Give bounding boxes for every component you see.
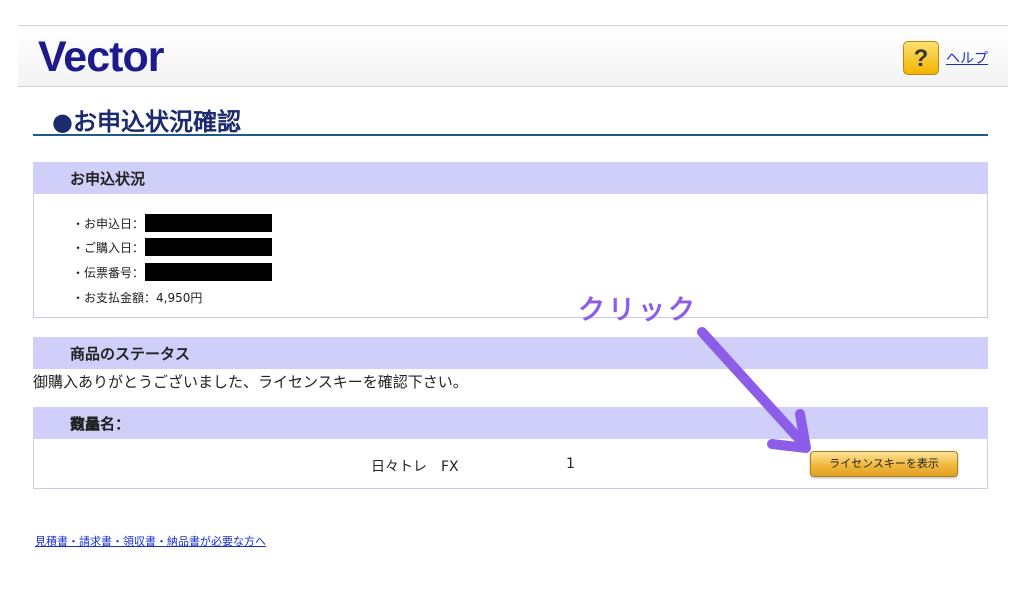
payment-amount-label: ・お支払金額：4,950円 [72, 291, 203, 305]
column-header-quantity: 数量： [70, 415, 116, 433]
status-message: 御購入ありがとうございました、ライセンスキーを確認下さい。 [33, 373, 468, 391]
redacted-application-date [145, 214, 273, 232]
redacted-purchase-date [145, 238, 273, 256]
help-link[interactable]: ヘルプ [946, 48, 988, 68]
product-status-header: 商品のステータス [33, 337, 988, 369]
order-status-panel: ・お申込日： ・ご購入日： ・伝票番号： ・お支払金額：4,950円 [33, 194, 988, 318]
page-title: ●お申込状況確認 [52, 108, 241, 136]
purchase-date-row: ・ご購入日： [72, 238, 273, 256]
product-table-header: 商品名： 数量： [33, 407, 988, 439]
redacted-slip-number [145, 263, 273, 281]
product-status-heading: 商品のステータス [70, 345, 191, 363]
order-status-header: お申込状況 [33, 162, 988, 194]
annotation-click-label: クリック [578, 295, 698, 326]
slip-number-label: ・伝票番号： [72, 265, 145, 280]
quote-invoice-receipt-link[interactable]: 見積書・請求書・領収書・納品書が必要な方へ [35, 533, 266, 549]
product-name: 日々トレ FX [371, 459, 459, 475]
application-date-row: ・お申込日： [72, 214, 273, 232]
slip-number-row: ・伝票番号： [72, 263, 273, 281]
table-row: 日々トレ FX 1 ライセンスキーを表示 [33, 439, 988, 489]
application-date-label: ・お申込日： [72, 216, 145, 231]
help-question-icon[interactable]: ? [903, 41, 939, 75]
payment-amount-row: ・お支払金額：4,950円 [72, 289, 202, 306]
product-quantity: 1 [566, 456, 575, 472]
header: Vector ? ヘルプ [18, 25, 1008, 87]
title-divider [33, 134, 988, 136]
vector-logo[interactable]: Vector [38, 35, 164, 79]
show-license-key-button[interactable]: ライセンスキーを表示 [810, 451, 958, 477]
order-status-heading: お申込状況 [70, 170, 146, 188]
purchase-date-label: ・ご購入日： [72, 240, 145, 255]
help-area: ? ヘルプ [903, 41, 988, 75]
